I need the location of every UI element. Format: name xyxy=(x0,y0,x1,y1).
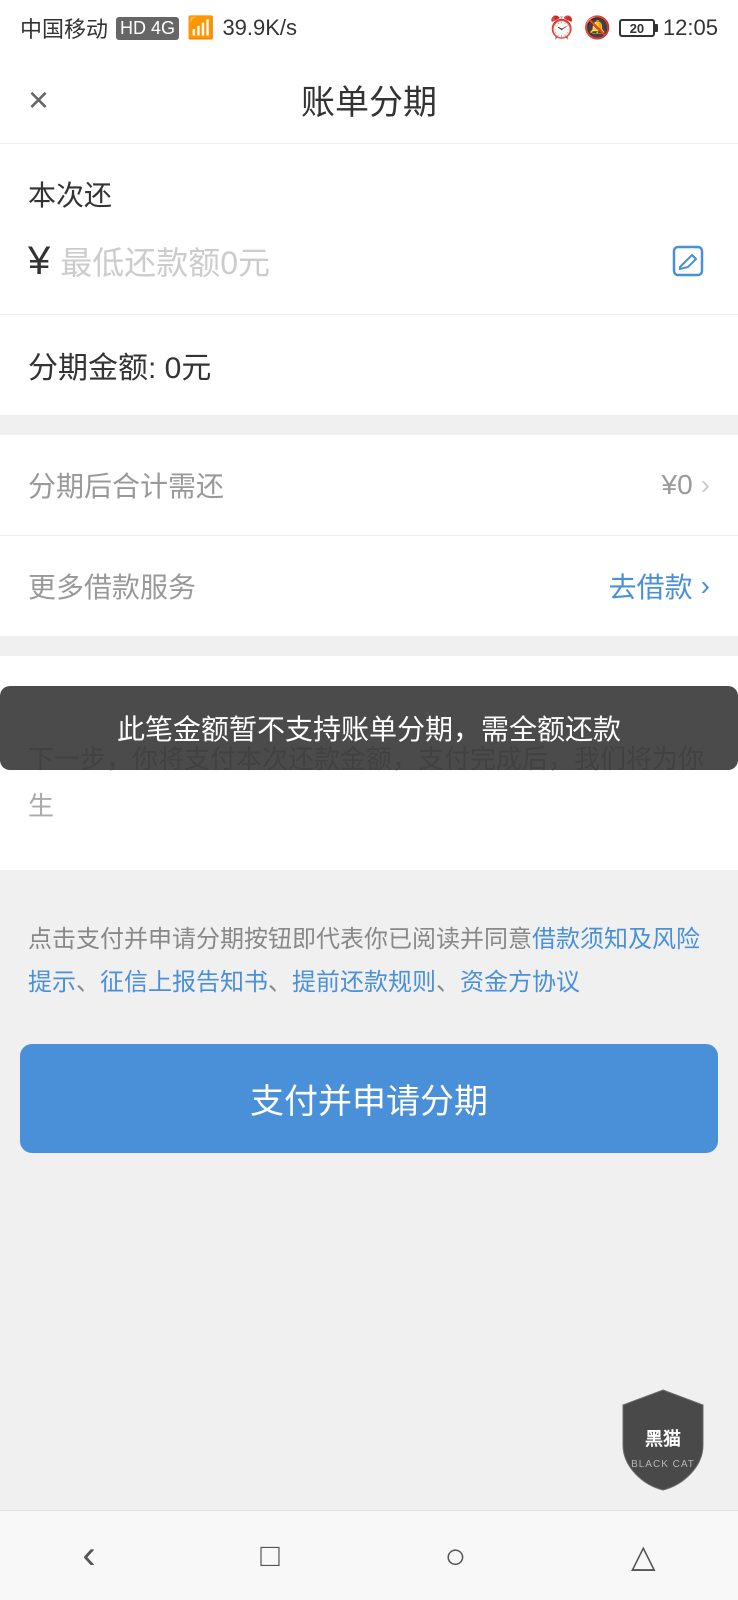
bell-mute-icon: 🔕 xyxy=(584,15,611,41)
pay-section: 本次还 ¥ 最低还款额0元 xyxy=(0,144,738,314)
payment-card: 本次还 ¥ 最低还款额0元 分期金额: 0元 xyxy=(0,144,738,415)
agreement-prefix: 点击支付并申请分期按钮即代表你已阅读并同意 xyxy=(28,926,532,953)
installment-section: 分期金额: 0元 xyxy=(0,314,738,415)
header: × 账单分期 xyxy=(0,56,738,144)
carrier-label: 中国移动 xyxy=(20,12,108,44)
status-bar: 中国移动 HD 4G 📶 39.9K/s ⏰ 🔕 20 12:05 xyxy=(0,0,738,56)
status-left: 中国移动 HD 4G 📶 39.9K/s xyxy=(20,12,297,44)
submit-button[interactable]: 支付并申请分期 xyxy=(20,1044,718,1153)
battery-icon: 20 xyxy=(619,19,655,37)
network-speed: 39.9K/s xyxy=(222,15,297,41)
bottom-nav: ‹ □ ○ △ xyxy=(0,1510,738,1600)
alarm-icon: ⏰ xyxy=(548,15,575,41)
toast-message: 此笔金额暂不支持账单分期，需全额还款 xyxy=(0,686,738,770)
agreement-link-3[interactable]: 提前还款规则 xyxy=(292,969,436,996)
pay-label: 本次还 xyxy=(28,174,710,214)
status-right: ⏰ 🔕 20 12:05 xyxy=(548,15,718,41)
pay-amount-placeholder: 最低还款额0元 xyxy=(60,238,666,284)
total-repayment-amount: ¥0 xyxy=(662,469,693,501)
watermark: 黑猫 BLACK CAT xyxy=(608,1385,718,1500)
agreement-link-4[interactable]: 资金方协议 xyxy=(460,969,580,996)
loan-chevron-icon: › xyxy=(701,570,710,602)
signal-icon: 📶 xyxy=(187,15,214,41)
agreement-section: 点击支付并申请分期按钮即代表你已阅读并同意借款须知及风险提示、征信上报告知书、提… xyxy=(0,890,738,1024)
edit-icon[interactable] xyxy=(666,239,710,283)
bottom-spacer xyxy=(0,1193,738,1293)
main-content: 本次还 ¥ 最低还款额0元 分期金额: 0元 分期后合计需还 ¥0 xyxy=(0,144,738,1293)
total-repayment-label: 分期后合计需还 xyxy=(28,465,224,505)
network-type: HD 4G xyxy=(116,17,179,40)
svg-text:BLACK CAT: BLACK CAT xyxy=(631,1459,695,1470)
yen-symbol: ¥ xyxy=(28,239,50,284)
close-button[interactable]: × xyxy=(28,82,49,118)
svg-text:黑猫: 黑猫 xyxy=(645,1428,681,1449)
loan-service-label: 更多借款服务 xyxy=(28,566,196,606)
total-repayment-value: ¥0 › xyxy=(662,469,710,501)
notice-area: 此笔金额暂不支持账单分期，需全额还款 下一步，你将支付本次还款金额，支付完成后，… xyxy=(0,656,738,870)
clock-label: 12:05 xyxy=(663,15,718,41)
nav-square-button[interactable]: □ xyxy=(230,1527,309,1584)
page-title: 账单分期 xyxy=(301,75,437,124)
nav-back-button[interactable]: ‹ xyxy=(52,1523,125,1588)
loan-service-value: 去借款 › xyxy=(609,566,710,606)
info-card: 分期后合计需还 ¥0 › 更多借款服务 去借款 › xyxy=(0,435,738,636)
loan-service-link[interactable]: 去借款 xyxy=(609,566,693,606)
pay-input-row: ¥ 最低还款额0元 xyxy=(28,238,710,284)
chevron-right-icon: › xyxy=(701,469,710,501)
agreement-link-2[interactable]: 征信上报告知书 xyxy=(100,969,268,996)
nav-recent-button[interactable]: △ xyxy=(601,1527,686,1585)
agreement-text: 点击支付并申请分期按钮即代表你已阅读并同意借款须知及风险提示、征信上报告知书、提… xyxy=(28,918,710,1004)
installment-label: 分期金额: 0元 xyxy=(28,352,211,385)
loan-service-row[interactable]: 更多借款服务 去借款 › xyxy=(0,536,738,636)
nav-home-button[interactable]: ○ xyxy=(414,1525,496,1587)
total-repayment-row[interactable]: 分期后合计需还 ¥0 › xyxy=(0,435,738,536)
